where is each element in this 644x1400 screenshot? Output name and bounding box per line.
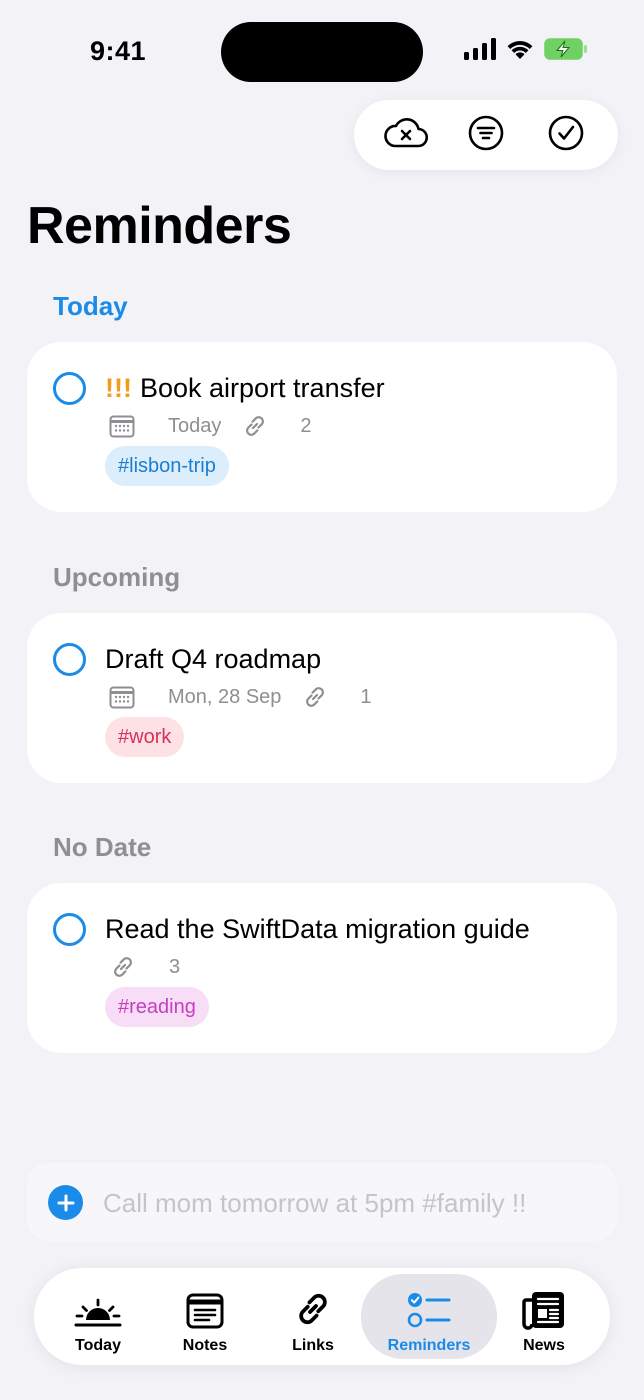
tag-chip[interactable]: #lisbon-trip [105, 446, 229, 486]
status-time: 9:41 [90, 36, 147, 66]
calendar-icon [109, 414, 135, 438]
complete-checkbox[interactable] [53, 372, 86, 405]
section-title-no-date: No Date [53, 832, 152, 862]
page-title: Reminders [27, 197, 292, 255]
cloud-x-icon [383, 116, 429, 155]
section-title-upcoming: Upcoming [53, 562, 181, 592]
reminder-card[interactable]: !!! Book airport transfer Today 2 #lisbon… [27, 342, 617, 512]
priority-marker: !!! [105, 373, 132, 403]
quick-add-input[interactable] [103, 1181, 593, 1225]
due-date: Today [168, 414, 222, 437]
tab-bar: Today Notes Links Reminders News [34, 1268, 610, 1365]
link-count: 2 [300, 414, 312, 437]
wifi-icon [506, 38, 534, 65]
dynamic-island [221, 22, 423, 82]
tab-label: Today [75, 1337, 121, 1354]
tab-label: Reminders [387, 1337, 471, 1354]
reminder-meta: 3 [109, 953, 180, 981]
tab-today[interactable]: Today [55, 1274, 141, 1359]
notes-icon [185, 1282, 225, 1330]
checklist-icon [407, 1282, 451, 1330]
toolbar-action-pill [354, 100, 618, 170]
reminder-meta: Mon, 28 Sep 1 [109, 683, 372, 711]
link-icon [241, 412, 269, 440]
complete-all-button[interactable] [541, 110, 591, 160]
reminder-card[interactable]: Read the SwiftData migration guide 3 #re… [27, 883, 617, 1053]
tab-label: News [523, 1337, 565, 1354]
tag-chip[interactable]: #work [105, 717, 185, 757]
sync-status-button[interactable] [381, 110, 431, 160]
tab-reminders[interactable]: Reminders [361, 1274, 497, 1359]
calendar-icon [109, 685, 135, 709]
complete-checkbox[interactable] [53, 913, 86, 946]
reminder-meta: Today 2 [109, 412, 312, 440]
link-count: 1 [360, 685, 372, 708]
reminder-card[interactable]: Draft Q4 roadmap Mon, 28 Sep 1 #work [27, 613, 617, 783]
battery-charging-icon [544, 38, 588, 65]
link-icon [301, 683, 329, 711]
plus-icon [57, 1188, 75, 1218]
tab-links[interactable]: Links [270, 1274, 356, 1359]
section-title-today: Today [53, 291, 128, 321]
link-icon [109, 953, 137, 981]
reminder-title-text: Book airport transfer [139, 373, 385, 403]
link-icon [292, 1282, 334, 1330]
tag-chip[interactable]: #reading [105, 987, 209, 1027]
link-count: 3 [169, 955, 181, 978]
tab-label: Notes [182, 1337, 228, 1354]
reminder-title: Read the SwiftData migration guide [105, 914, 530, 944]
reminder-title: !!! Book airport transfer [105, 373, 385, 404]
tab-notes[interactable]: Notes [162, 1274, 248, 1359]
tab-label: Links [292, 1337, 334, 1354]
add-reminder-button[interactable] [48, 1185, 83, 1220]
due-date: Mon, 28 Sep [168, 685, 282, 708]
filter-button[interactable] [461, 110, 511, 160]
cellular-signal-icon [464, 38, 496, 65]
status-bar: 9:41 [0, 0, 644, 100]
quick-add-bar [27, 1163, 617, 1241]
filter-icon [467, 114, 505, 157]
newspaper-icon [522, 1282, 566, 1330]
status-icons [464, 38, 588, 65]
reminder-title: Draft Q4 roadmap [105, 644, 322, 674]
sunrise-icon [74, 1282, 122, 1330]
complete-checkbox[interactable] [53, 643, 86, 676]
checkmark-circle-icon [547, 114, 585, 157]
tab-news[interactable]: News [501, 1274, 587, 1359]
